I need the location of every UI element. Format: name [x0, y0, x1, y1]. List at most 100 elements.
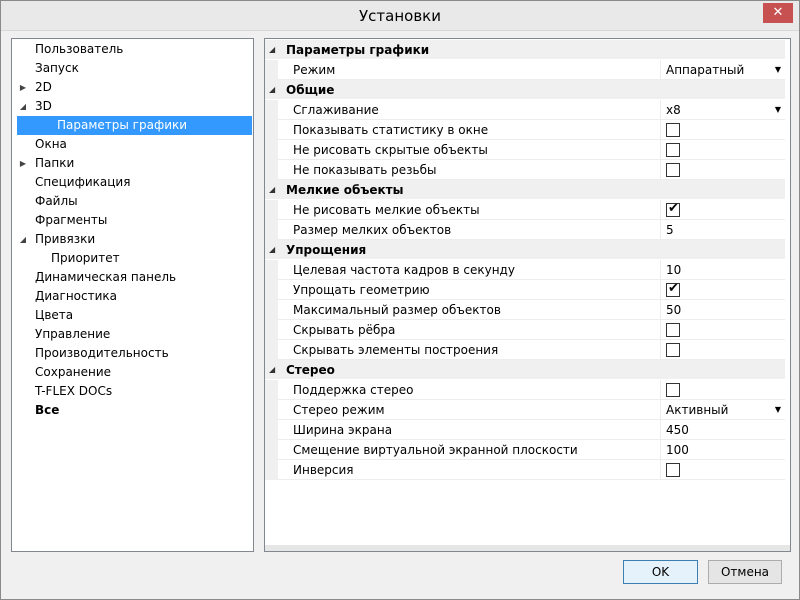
property-category[interactable]: ◢ Стерео [265, 360, 785, 379]
chevron-down-icon[interactable]: ▼ [775, 100, 781, 120]
tree-item[interactable]: Файлы [12, 192, 253, 211]
row-gutter [265, 300, 278, 320]
checkbox[interactable]: ✔ [666, 201, 680, 217]
property-checkbox[interactable]: ✔ [661, 200, 785, 220]
property-name: Стерео режим [278, 400, 661, 420]
chevron-down-icon[interactable]: ▼ [775, 400, 781, 420]
collapse-triangle-icon[interactable]: ◢ [269, 240, 283, 260]
tree-item[interactable]: Параметры графики [12, 116, 253, 135]
checkmark-icon: ✔ [668, 281, 679, 296]
category-label: Общие [286, 83, 335, 97]
property-dropdown[interactable]: Активный ▼ [661, 400, 785, 420]
close-button[interactable]: ✕ [763, 3, 793, 23]
property-dropdown[interactable]: Аппаратный ▼ [661, 60, 785, 80]
close-icon: ✕ [772, 5, 784, 20]
category-label: Упрощения [286, 243, 367, 257]
property-row: Скрывать рёбра [265, 320, 785, 340]
property-value[interactable]: 100 [661, 440, 785, 460]
window-title: Установки [359, 7, 441, 25]
collapse-arrow-icon[interactable]: ◢ [18, 230, 28, 249]
collapse-triangle-icon[interactable]: ◢ [269, 80, 283, 100]
property-category[interactable]: ◢ Упрощения [265, 240, 785, 259]
row-gutter [265, 380, 278, 400]
property-checkbox[interactable] [661, 160, 785, 180]
expand-arrow-icon[interactable]: ▶ [18, 78, 28, 97]
property-value[interactable]: 5 [661, 220, 785, 240]
property-row: Сглаживание x8 ▼ [265, 100, 785, 120]
tree-item[interactable]: Пользователь [12, 40, 253, 59]
checkbox[interactable] [666, 463, 680, 477]
property-checkbox[interactable] [661, 380, 785, 400]
tree-item[interactable]: Сохранение [12, 363, 253, 382]
tree-item[interactable]: Все [12, 401, 253, 420]
property-dropdown[interactable]: x8 ▼ [661, 100, 785, 120]
tree-item-label: Запуск [35, 61, 79, 75]
property-category[interactable]: ◢ Параметры графики [265, 40, 785, 59]
category-label: Стерео [286, 363, 335, 377]
tree-item[interactable]: Запуск [12, 59, 253, 78]
property-value[interactable]: 50 [661, 300, 785, 320]
property-checkbox[interactable] [661, 120, 785, 140]
property-category[interactable]: ◢ Общие [265, 80, 785, 99]
row-gutter [265, 280, 278, 300]
row-gutter [265, 400, 278, 420]
tree-item[interactable]: Производительность [12, 344, 253, 363]
expand-arrow-icon[interactable]: ▶ [18, 154, 28, 173]
collapse-triangle-icon[interactable]: ◢ [269, 180, 283, 200]
row-gutter [265, 100, 278, 120]
property-row: Не рисовать мелкие объекты ✔ [265, 200, 785, 220]
tree-item[interactable]: Окна [12, 135, 253, 154]
property-name: Целевая частота кадров в секунду [278, 260, 661, 280]
checkbox[interactable]: ✔ [666, 281, 680, 297]
row-gutter [265, 260, 278, 280]
checkbox[interactable] [666, 383, 680, 397]
tree-item-label: Файлы [35, 194, 78, 208]
horizontal-scrollbar[interactable] [265, 545, 790, 551]
settings-tree: Пользователь Запуск ▶ 2D ◢ 3D Параметры график… [11, 38, 254, 552]
chevron-down-icon[interactable]: ▼ [775, 60, 781, 80]
row-gutter [265, 220, 278, 240]
collapse-arrow-icon[interactable]: ◢ [18, 97, 28, 116]
tree-item[interactable]: Приоритет [12, 249, 253, 268]
property-value[interactable]: 450 [661, 420, 785, 440]
row-gutter [265, 340, 278, 360]
property-checkbox[interactable]: ✔ [661, 280, 785, 300]
tree-item[interactable]: ▶ Папки [12, 154, 253, 173]
checkbox[interactable] [666, 123, 680, 137]
tree-item[interactable]: Динамическая панель [12, 268, 253, 287]
tree-item[interactable]: Управление [12, 325, 253, 344]
tree-item-label: Спецификация [35, 175, 131, 189]
property-checkbox[interactable] [661, 340, 785, 360]
property-value[interactable]: 10 [661, 260, 785, 280]
tree-item-label: 2D [35, 80, 52, 94]
ok-button[interactable]: OK [623, 560, 698, 584]
property-checkbox[interactable] [661, 140, 785, 160]
tree-item[interactable]: ▶ 2D [12, 78, 253, 97]
checkbox[interactable] [666, 143, 680, 157]
settings-window: Установки ✕ Пользователь Запуск ▶ 2D ◢ 3D Пара… [0, 0, 800, 600]
checkbox[interactable] [666, 163, 680, 177]
property-value-text: Активный [666, 403, 729, 417]
category-label: Мелкие объекты [286, 183, 404, 197]
property-row: Максимальный размер объектов 50 [265, 300, 785, 320]
property-row: Ширина экрана 450 [265, 420, 785, 440]
collapse-triangle-icon[interactable]: ◢ [269, 360, 283, 380]
tree-item[interactable]: ◢ Привязки [12, 230, 253, 249]
property-row: Показывать статистику в окне [265, 120, 785, 140]
cancel-button[interactable]: Отмена [708, 560, 782, 584]
tree-item-label: Привязки [35, 232, 96, 246]
tree-item[interactable]: Фрагменты [12, 211, 253, 230]
property-value-text: 50 [666, 303, 682, 317]
property-checkbox[interactable] [661, 460, 785, 480]
property-category[interactable]: ◢ Мелкие объекты [265, 180, 785, 199]
tree-item[interactable]: Диагностика [12, 287, 253, 306]
tree-item[interactable]: T-FLEX DOCs [12, 382, 253, 401]
checkbox[interactable] [666, 323, 680, 337]
tree-item[interactable]: Спецификация [12, 173, 253, 192]
checkbox[interactable] [666, 343, 680, 357]
collapse-triangle-icon[interactable]: ◢ [269, 40, 283, 60]
tree-item[interactable]: Цвета [12, 306, 253, 325]
tree-item[interactable]: ◢ 3D [12, 97, 253, 116]
property-checkbox[interactable] [661, 320, 785, 340]
property-name: Инверсия [278, 460, 661, 480]
